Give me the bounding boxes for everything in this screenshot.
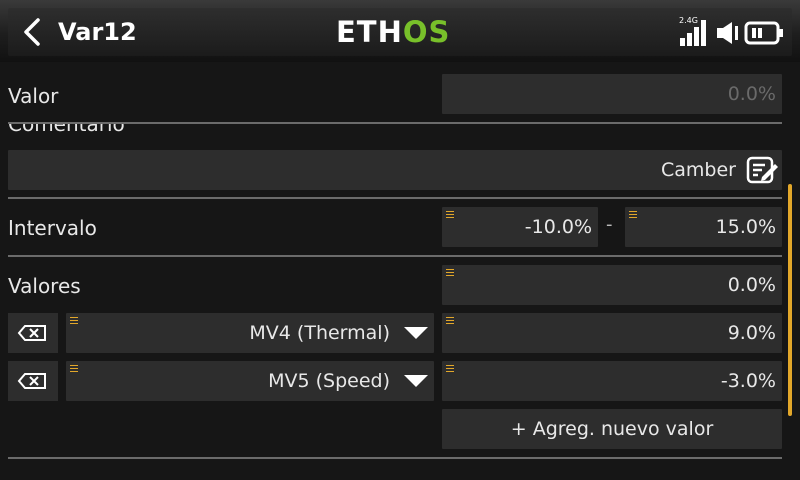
- logo-eth: ETH: [336, 15, 403, 49]
- comentario-value: Camber: [661, 159, 736, 181]
- comentario-label: Comentario: [8, 124, 125, 136]
- scrollbar[interactable]: [788, 184, 792, 416]
- ethos-logo: ETHOS: [336, 14, 450, 50]
- menu-icon: [446, 365, 454, 372]
- menu-icon: [629, 211, 637, 218]
- source-select-value: MV5 (Speed): [268, 370, 390, 392]
- value-field-value: -3.0%: [720, 370, 776, 392]
- valor-label: Valor: [8, 84, 59, 108]
- range-separator: -: [606, 214, 613, 235]
- edit-note-icon[interactable]: [746, 155, 780, 185]
- valores-default-value: 0.0%: [727, 274, 776, 296]
- battery-icon: [744, 20, 786, 46]
- menu-icon: [446, 269, 454, 276]
- speaker-icon: [716, 20, 742, 46]
- logo-os: OS: [402, 15, 451, 49]
- divider: [8, 255, 782, 257]
- dropdown-arrow-icon: [402, 325, 430, 341]
- source-select-value: MV4 (Thermal): [249, 322, 390, 344]
- delete-value-button[interactable]: [8, 313, 58, 353]
- intervalo-label: Intervalo: [8, 216, 97, 240]
- signal-icon: 2.4G: [676, 14, 712, 48]
- value-field[interactable]: 9.0%: [442, 313, 782, 353]
- valor-value-field: 0.0%: [442, 74, 782, 114]
- delete-icon: [17, 325, 46, 341]
- chevron-left-icon: [24, 18, 40, 46]
- intervalo-max-field[interactable]: 15.0%: [625, 207, 782, 247]
- intervalo-max-value: 15.0%: [715, 216, 776, 238]
- divider: [8, 457, 782, 459]
- menu-icon: [446, 317, 454, 324]
- valores-default-field[interactable]: 0.0%: [442, 265, 782, 305]
- dropdown-arrow-icon: [402, 373, 430, 389]
- menu-icon: [446, 211, 454, 218]
- menu-icon: [70, 317, 78, 324]
- value-field-value: 9.0%: [727, 322, 776, 344]
- intervalo-min-value: -10.0%: [524, 216, 592, 238]
- source-select[interactable]: MV5 (Speed): [66, 361, 434, 401]
- source-select[interactable]: MV4 (Thermal): [66, 313, 434, 353]
- delete-value-button[interactable]: [8, 361, 58, 401]
- back-button[interactable]: [12, 12, 52, 52]
- menu-icon: [70, 365, 78, 372]
- intervalo-min-field[interactable]: -10.0%: [442, 207, 598, 247]
- page-title: Var12: [58, 18, 137, 46]
- divider: [8, 197, 782, 199]
- delete-icon: [17, 373, 46, 389]
- comentario-label-clip: Comentario: [8, 124, 208, 136]
- add-value-button[interactable]: + Agreg. nuevo valor: [442, 409, 782, 449]
- value-field[interactable]: -3.0%: [442, 361, 782, 401]
- valores-label: Valores: [8, 274, 81, 298]
- comentario-field[interactable]: Camber: [8, 150, 782, 190]
